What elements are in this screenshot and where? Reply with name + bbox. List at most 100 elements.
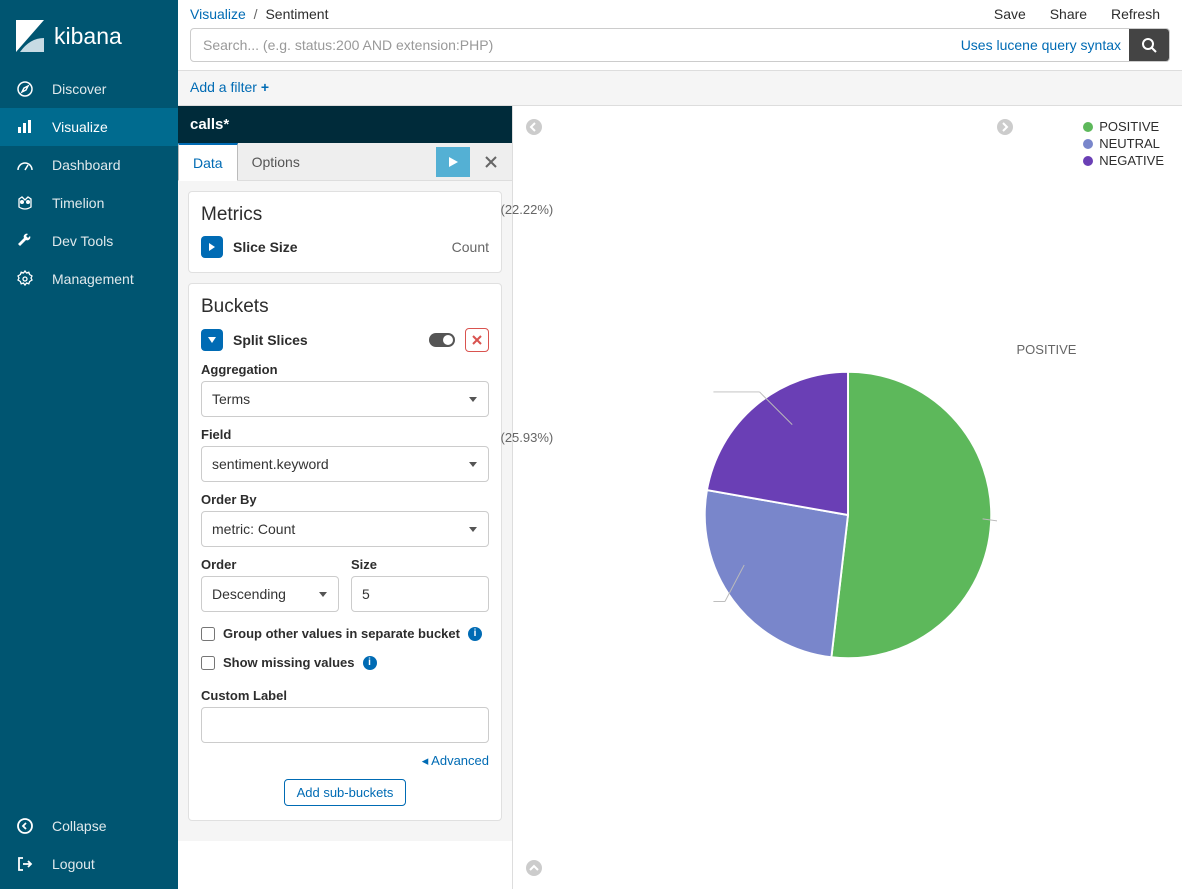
add-filter-button[interactable]: Add a filter + xyxy=(190,79,269,95)
field-label: Field xyxy=(201,427,489,442)
tab-options[interactable]: Options xyxy=(238,143,314,181)
metric-name: Slice Size xyxy=(233,239,298,255)
play-icon xyxy=(447,156,459,168)
field-select[interactable] xyxy=(201,446,489,482)
legend-item-negative[interactable]: NEGATIVE xyxy=(1083,152,1164,169)
metrics-title: Metrics xyxy=(201,204,489,226)
search-input[interactable] xyxy=(191,37,961,53)
sidebar-item-timelion[interactable]: Timelion xyxy=(0,184,178,222)
caret-right-icon xyxy=(207,242,217,252)
chevron-left-circle-icon xyxy=(525,118,543,136)
close-icon xyxy=(485,156,497,168)
slice-label-neutral: (25.93%) xyxy=(501,430,554,445)
owl-icon xyxy=(16,194,34,212)
sidebar-item-label: Timelion xyxy=(52,195,104,211)
sidebar-item-devtools[interactable]: Dev Tools xyxy=(0,222,178,260)
breadcrumb-current: Sentiment xyxy=(265,6,328,22)
sidebar-item-label: Logout xyxy=(52,856,95,872)
buckets-title: Buckets xyxy=(201,296,489,318)
show-missing-label: Show missing values xyxy=(223,655,355,670)
plus-icon: + xyxy=(261,79,269,95)
brand-label: kibana xyxy=(54,23,122,50)
gauge-icon xyxy=(16,156,34,174)
discard-changes-button[interactable] xyxy=(476,147,506,177)
size-input[interactable] xyxy=(351,576,489,612)
sidebar-item-dashboard[interactable]: Dashboard xyxy=(0,146,178,184)
legend-item-positive[interactable]: POSITIVE xyxy=(1083,118,1164,135)
collapse-legend-button[interactable] xyxy=(996,118,1014,136)
bucket-name: Split Slices xyxy=(233,332,308,348)
info-icon[interactable]: i xyxy=(363,656,377,670)
orderby-select[interactable] xyxy=(201,511,489,547)
legend: POSITIVE NEUTRAL NEGATIVE xyxy=(1083,118,1164,169)
save-button[interactable]: Save xyxy=(984,6,1036,22)
refresh-button[interactable]: Refresh xyxy=(1101,6,1170,22)
logout-icon xyxy=(16,855,34,873)
sidebar-item-label: Dev Tools xyxy=(52,233,113,249)
sidebar: kibana Discover Visualize Dashboard Time… xyxy=(0,0,178,889)
pie-chart: (22.22%) (25.93%) POSITIVE xyxy=(699,366,997,664)
close-icon xyxy=(472,335,482,345)
legend-dot xyxy=(1083,122,1093,132)
sidebar-item-label: Discover xyxy=(52,81,106,97)
add-sub-buckets-button[interactable]: Add sub-buckets xyxy=(284,779,407,806)
scroll-top-button[interactable] xyxy=(525,859,543,877)
sidebar-item-label: Visualize xyxy=(52,119,108,135)
sidebar-item-label: Collapse xyxy=(52,818,106,834)
gear-icon xyxy=(16,270,34,288)
group-other-checkbox[interactable] xyxy=(201,627,215,641)
custom-label-input[interactable] xyxy=(201,707,489,743)
info-icon[interactable]: i xyxy=(468,627,482,641)
show-missing-checkbox[interactable] xyxy=(201,656,215,670)
advanced-toggle[interactable]: ◂ Advanced xyxy=(201,753,489,769)
delete-agg-button[interactable] xyxy=(465,328,489,352)
legend-dot xyxy=(1083,139,1093,149)
bucket-toggle-button[interactable] xyxy=(201,329,223,351)
logo-area: kibana xyxy=(0,0,178,70)
visualization-area: POSITIVE NEUTRAL NEGATIVE (22.22%) (25.9… xyxy=(513,106,1182,889)
collapse-editor-button[interactable] xyxy=(525,118,543,136)
order-label: Order xyxy=(201,557,339,572)
legend-dot xyxy=(1083,156,1093,166)
legend-item-neutral[interactable]: NEUTRAL xyxy=(1083,135,1164,152)
chevron-up-circle-icon xyxy=(525,859,543,877)
sidebar-item-logout[interactable]: Logout xyxy=(0,845,178,883)
search-button[interactable] xyxy=(1129,28,1169,62)
caret-down-icon xyxy=(207,335,217,345)
compass-icon xyxy=(16,80,34,98)
custom-label-label: Custom Label xyxy=(201,688,489,703)
enable-agg-toggle[interactable] xyxy=(429,333,455,347)
lucene-hint-link[interactable]: Uses lucene query syntax xyxy=(961,37,1129,53)
buckets-panel: Buckets Split Slices Ag xyxy=(188,283,502,821)
share-button[interactable]: Share xyxy=(1040,6,1097,22)
wrench-icon xyxy=(16,232,34,250)
search-icon xyxy=(1141,37,1157,53)
metric-value: Count xyxy=(452,239,489,255)
search-bar: Uses lucene query syntax xyxy=(190,28,1170,62)
tab-data[interactable]: Data xyxy=(178,143,238,181)
size-label: Size xyxy=(351,557,489,572)
sidebar-item-management[interactable]: Management xyxy=(0,260,178,298)
apply-changes-button[interactable] xyxy=(436,147,470,177)
sidebar-item-collapse[interactable]: Collapse xyxy=(0,807,178,845)
sidebar-item-visualize[interactable]: Visualize xyxy=(0,108,178,146)
aggregation-label: Aggregation xyxy=(201,362,489,377)
breadcrumb-root[interactable]: Visualize xyxy=(190,6,246,22)
sidebar-item-label: Dashboard xyxy=(52,157,121,173)
sidebar-item-discover[interactable]: Discover xyxy=(0,70,178,108)
breadcrumb: Visualize / Sentiment xyxy=(190,6,972,22)
order-select[interactable] xyxy=(201,576,339,612)
kibana-logo-icon xyxy=(16,20,44,52)
chevron-right-circle-icon xyxy=(996,118,1014,136)
slice-label-negative: (22.22%) xyxy=(501,202,554,217)
aggregation-select[interactable] xyxy=(201,381,489,417)
sidebar-item-label: Management xyxy=(52,271,134,287)
index-pattern-title: calls* xyxy=(178,106,512,143)
bar-chart-icon xyxy=(16,118,34,136)
metrics-panel: Metrics Slice Size Count xyxy=(188,191,502,273)
collapse-icon xyxy=(16,817,34,835)
breadcrumb-separator: / xyxy=(250,6,262,22)
editor-panel: calls* Data Options Metrics xyxy=(178,106,513,889)
group-other-label: Group other values in separate bucket xyxy=(223,626,460,641)
metric-toggle-button[interactable] xyxy=(201,236,223,258)
